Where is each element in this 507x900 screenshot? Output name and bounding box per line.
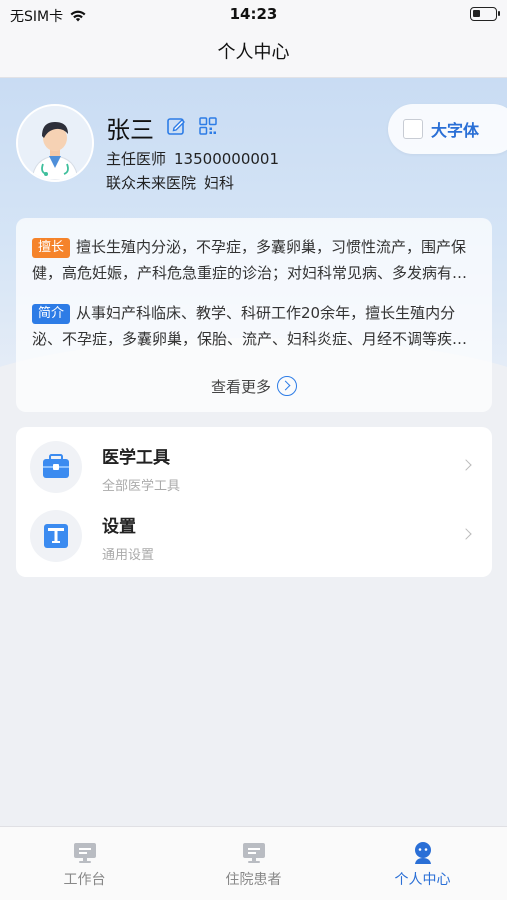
battery-level-fill — [473, 10, 480, 17]
avatar[interactable] — [16, 104, 94, 182]
tab-inpatients[interactable]: 住院患者 — [169, 827, 338, 900]
tab-label: 住院患者 — [225, 872, 282, 888]
doctor-phone: 13500000001 — [174, 150, 279, 168]
doctor-avatar-icon — [18, 106, 92, 180]
status-bar: 无SIM卡 14:23 — [0, 0, 507, 30]
specialty-tag: 擅长 — [32, 238, 71, 258]
menu-card: 医学工具 全部医学工具 设置 通用设置 — [16, 427, 492, 577]
menu-item-title: 设置 — [102, 517, 136, 537]
intro-card: 擅长 擅长生殖内分泌，不孕症，多囊卵巢，习惯性流产，围产保健，高危妊娠，产科危急重… — [16, 218, 492, 412]
edit-icon[interactable] — [166, 116, 186, 136]
menu-item-subtitle: 全部医学工具 — [102, 479, 181, 494]
page-title: 个人中心 — [217, 42, 290, 63]
bio-tag: 简介 — [32, 304, 71, 324]
monitor-icon — [74, 843, 96, 863]
chevron-right-icon — [460, 528, 472, 540]
nav-bar: 个人中心 — [0, 30, 507, 78]
tab-label: 个人中心 — [394, 872, 451, 888]
battery-icon — [470, 7, 500, 21]
menu-item-medical-tools[interactable]: 医学工具 全部医学工具 — [16, 427, 492, 496]
toolbox-icon — [43, 454, 69, 478]
chevron-right-circle-icon — [277, 376, 297, 396]
large-font-label: 大字体 — [431, 121, 480, 140]
menu-icon-wrap — [30, 441, 82, 493]
menu-item-settings[interactable]: 设置 通用设置 — [16, 496, 492, 565]
see-more-label: 查看更多 — [210, 378, 271, 396]
specialty-text: 擅长生殖内分泌，不孕症，多囊卵巢，习惯性流产，围产保健，高危妊娠，产科危急重症的… — [32, 238, 468, 282]
doctor-name: 张三 — [106, 116, 154, 144]
see-more-button[interactable]: 查看更多 — [16, 376, 492, 397]
large-font-checkbox[interactable] — [403, 119, 423, 139]
menu-item-subtitle: 通用设置 — [102, 548, 155, 563]
tab-bar: 工作台 住院患者 个人中心 — [0, 826, 507, 900]
menu-icon-wrap — [30, 510, 82, 562]
large-font-toggle[interactable]: 大字体 — [388, 104, 507, 154]
status-time: 14:23 — [229, 5, 278, 23]
doctor-hospital: 联众未来医院 — [106, 174, 197, 192]
tab-workbench[interactable]: 工作台 — [0, 827, 169, 900]
menu-item-title: 医学工具 — [102, 448, 170, 468]
doctor-department: 妇科 — [204, 174, 235, 192]
specialty-paragraph: 擅长 擅长生殖内分泌，不孕症，多囊卵巢，习惯性流产，围产保健，高危妊娠，产科危急重… — [32, 234, 478, 286]
tab-label: 工作台 — [63, 872, 106, 888]
chevron-right-icon — [460, 459, 472, 471]
bio-paragraph: 简介 从事妇产科临床、教学、科研工作20余年，擅长生殖内分泌、不孕症，多囊卵巢，保… — [32, 300, 478, 352]
person-icon — [415, 842, 431, 864]
qr-code-icon[interactable] — [198, 116, 218, 136]
tab-personal-center[interactable]: 个人中心 — [338, 827, 507, 900]
settings-text-icon — [44, 524, 68, 548]
doctor-title-phone: 主任医师 13500000001 — [106, 148, 279, 169]
doctor-title: 主任医师 — [106, 150, 167, 168]
bio-text: 从事妇产科临床、教学、科研工作20余年，擅长生殖内分泌、不孕症，多囊卵巢，保胎、… — [32, 304, 468, 348]
monitor-icon — [243, 843, 265, 863]
doctor-hospital-dept: 联众未来医院 妇科 — [106, 172, 234, 193]
